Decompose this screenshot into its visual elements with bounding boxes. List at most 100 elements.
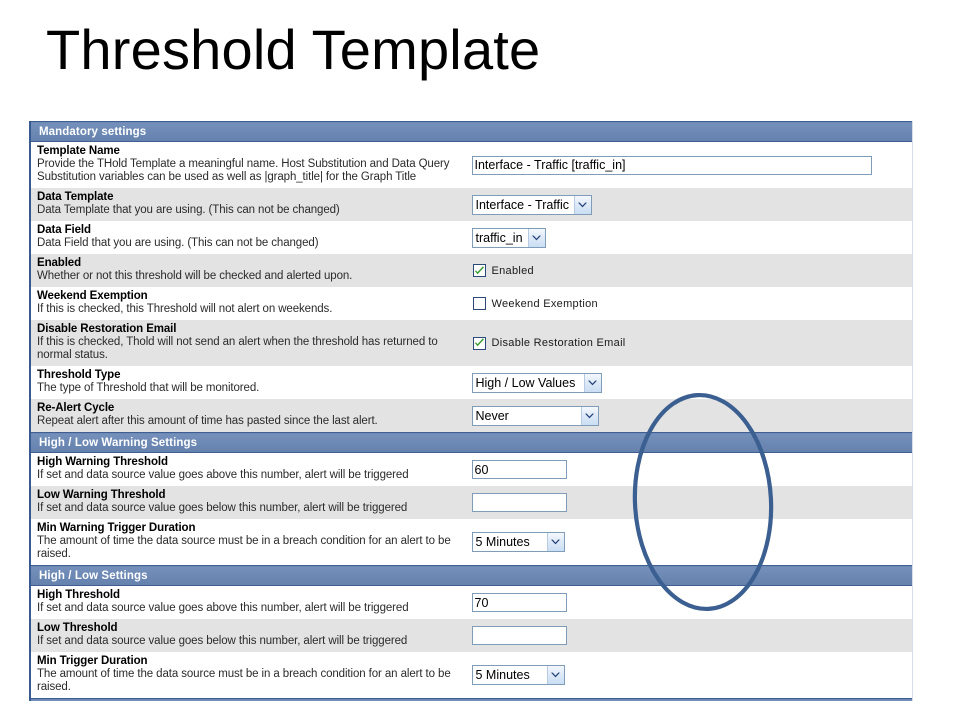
chevron-down-icon[interactable] [580, 406, 598, 425]
settings-row-disable-restoration-email: Disable Restoration Email If this is chec… [31, 320, 912, 366]
settings-row-data-field: Data Field Data Field that you are using.… [31, 221, 912, 254]
settings-row-min-warning-trigger-duration: Min Warning Trigger Duration The amount o… [31, 519, 912, 566]
setting-description: If set and data source value goes above … [37, 602, 409, 614]
chevron-down-icon[interactable] [583, 373, 601, 392]
settings-row-template-name: Template Name Provide the THold Template … [31, 141, 912, 188]
setting-field-cell [471, 585, 912, 619]
setting-description: Whether or not this threshold will be ch… [37, 270, 353, 282]
settings-row-weekend-exemption: Weekend Exemption If this is checked, thi… [31, 287, 912, 320]
select-re-alert-cycle[interactable]: Never [471, 405, 599, 426]
setting-label: Re-Alert Cycle [37, 402, 115, 414]
setting-label-cell: Disable Restoration Email If this is chec… [31, 320, 472, 366]
select-min-trigger-duration[interactable]: 5 Minutes [471, 665, 565, 685]
input-low-warning-threshold[interactable] [471, 493, 567, 512]
setting-label-cell: High Warning Threshold If set and data so… [31, 452, 472, 486]
setting-label: High Threshold [37, 589, 120, 601]
setting-field-cell: traffic_in [471, 221, 912, 254]
section-header-high-low-settings: High / Low Settings [31, 565, 912, 586]
settings-row-high-warning-threshold: High Warning Threshold If set and data so… [31, 452, 912, 486]
setting-field-cell: Interface - Traffic [471, 188, 912, 221]
input-high-threshold[interactable] [471, 593, 567, 612]
setting-description: If this is checked, Thold will not send … [37, 336, 438, 361]
setting-label: Weekend Exemption [37, 290, 148, 302]
checkbox-unchecked-icon[interactable] [472, 297, 486, 310]
section-header-label: High / Low Warning Settings [31, 432, 912, 453]
section-header-label: Data Manipulation [31, 698, 912, 701]
setting-label: Low Warning Threshold [37, 489, 166, 501]
setting-description: Repeat alert after this amount of time h… [37, 415, 378, 427]
checkbox-label: Weekend Exemption [491, 297, 598, 310]
chevron-down-icon[interactable] [527, 228, 545, 247]
setting-label-cell: Min Warning Trigger Duration The amount o… [31, 519, 472, 566]
select-min-warning-trigger-duration[interactable]: 5 Minutes [471, 532, 565, 552]
setting-description: If this is checked, this Threshold will … [37, 303, 333, 315]
section-header-label: High / Low Settings [31, 565, 912, 586]
settings-row-min-trigger-duration: Min Trigger Duration The amount of time t… [31, 652, 912, 699]
setting-field-cell: 5 Minutes [471, 519, 912, 566]
setting-label: Low Threshold [37, 622, 118, 634]
setting-label-cell: Template Name Provide the THold Template … [31, 141, 472, 188]
page-title: Threshold Template [46, 18, 541, 81]
chevron-down-icon[interactable] [546, 533, 564, 551]
input-template-name[interactable] [471, 155, 872, 175]
setting-label: Threshold Type [37, 369, 121, 381]
setting-label: Enabled [37, 257, 82, 269]
settings-row-high-threshold: High Threshold If set and data source val… [31, 585, 912, 619]
settings-row-threshold-type: Threshold Type The type of Threshold that… [31, 366, 912, 399]
select-data-field[interactable]: traffic_in [471, 227, 546, 248]
setting-field-cell: 5 Minutes [471, 652, 912, 699]
section-header-data-manipulation: Data Manipulation [31, 698, 912, 701]
select-value: High / Low Values [475, 375, 576, 390]
setting-label-cell: Min Trigger Duration The amount of time t… [31, 652, 472, 699]
chevron-down-icon[interactable] [573, 195, 591, 214]
setting-label: Data Template [37, 191, 114, 203]
checkbox-row-weekend-exemption[interactable]: Weekend Exemption [472, 297, 913, 310]
setting-field-cell: Weekend Exemption [471, 287, 913, 320]
select-value: Never [475, 408, 509, 423]
select-data-template[interactable]: Interface - Traffic [471, 194, 592, 215]
checkbox-checked-icon[interactable] [472, 336, 486, 350]
settings-row-re-alert-cycle: Re-Alert Cycle Repeat alert after this am… [31, 399, 912, 433]
setting-description: The amount of time the data source must … [37, 668, 451, 693]
setting-label-cell: Enabled Whether or not this threshold wil… [31, 254, 472, 287]
input-high-warning-threshold[interactable] [471, 460, 567, 479]
setting-label-cell: Low Warning Threshold If set and data sou… [31, 486, 472, 519]
checkbox-row-disable-restoration-email[interactable]: Disable Restoration Email [472, 336, 913, 350]
setting-label-cell: Re-Alert Cycle Repeat alert after this am… [31, 399, 472, 433]
select-value: Interface - Traffic [475, 197, 570, 212]
setting-description: If set and data source value goes below … [37, 502, 408, 514]
setting-label: Template Name [37, 145, 120, 157]
setting-label-cell: High Threshold If set and data source val… [31, 585, 472, 619]
section-header-mandatory-settings: Mandatory settings [31, 121, 912, 142]
select-value: traffic_in [475, 230, 523, 245]
setting-field-cell: Never [471, 399, 912, 433]
settings-row-low-warning-threshold: Low Warning Threshold If set and data sou… [31, 486, 912, 519]
chevron-down-icon[interactable] [546, 666, 564, 684]
setting-description: Data Field that you are using. (This can… [37, 237, 319, 249]
setting-label: Disable Restoration Email [37, 323, 177, 335]
setting-field-cell [471, 452, 912, 486]
setting-label: High Warning Threshold [37, 456, 168, 468]
settings-row-enabled: Enabled Whether or not this threshold wil… [31, 254, 912, 287]
setting-label-cell: Data Template Data Template that you are … [31, 188, 472, 221]
checkbox-row-enabled[interactable]: Enabled [472, 264, 913, 277]
setting-label: Min Warning Trigger Duration [37, 522, 196, 534]
setting-label-cell: Weekend Exemption If this is checked, thi… [31, 287, 472, 320]
checkbox-label: Disable Restoration Email [491, 337, 626, 349]
section-header-label: Mandatory settings [31, 121, 912, 142]
checkbox-label: Enabled [491, 264, 534, 277]
setting-field-cell: Enabled [471, 254, 913, 287]
select-value: 5 Minutes [475, 668, 530, 682]
checkbox-checked-icon[interactable] [472, 264, 486, 277]
setting-field-cell [471, 141, 912, 188]
input-low-threshold[interactable] [471, 626, 567, 645]
setting-description: If set and data source value goes below … [37, 635, 408, 647]
setting-description: If set and data source value goes above … [37, 469, 409, 481]
select-threshold-type[interactable]: High / Low Values [471, 372, 602, 393]
threshold-settings-table: Mandatory settings Template Name Provide t… [31, 121, 912, 701]
setting-field-cell: Disable Restoration Email [471, 320, 913, 366]
setting-label-cell: Low Threshold If set and data source valu… [31, 619, 472, 652]
threshold-template-screenshot: Mandatory settings Template Name Provide t… [29, 121, 913, 701]
setting-description: The type of Threshold that will be monit… [37, 382, 260, 394]
section-header-high-low-warning-settings: High / Low Warning Settings [31, 432, 912, 453]
